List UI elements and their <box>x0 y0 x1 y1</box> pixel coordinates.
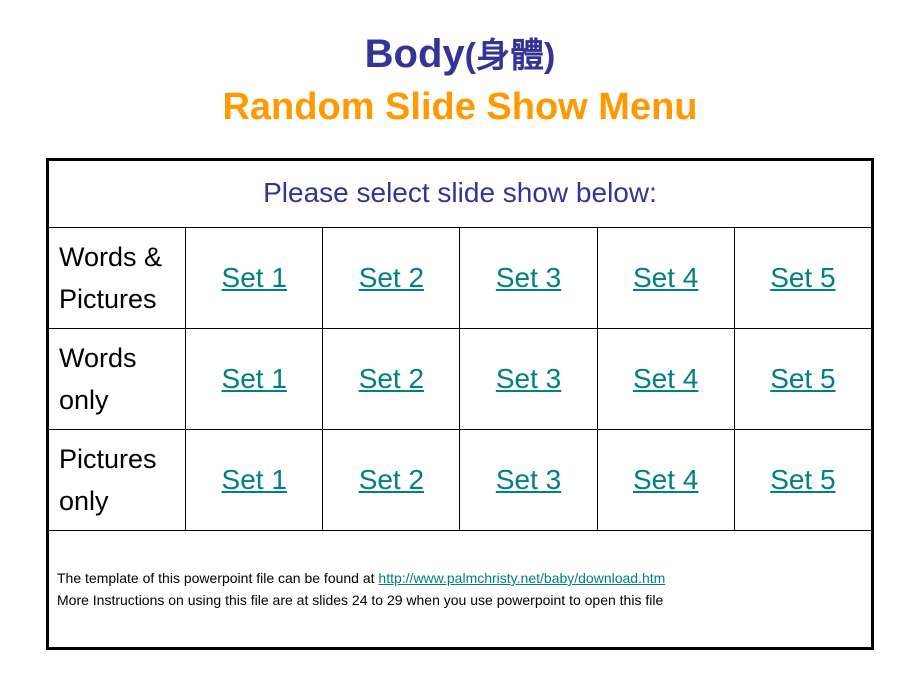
link-words-pictures-set3[interactable]: Set 3 <box>496 262 561 293</box>
table-footer-row: The template of this powerpoint file can… <box>48 530 872 648</box>
row-label-words-and-pictures: Words & Pictures <box>47 227 187 329</box>
footer-line-1: The template of this powerpoint file can… <box>57 567 865 589</box>
cell-words-pictures-set2[interactable]: Set 2 <box>322 227 461 329</box>
page-title-chinese: (身體) <box>464 37 556 75</box>
cell-words-pictures-set5[interactable]: Set 5 <box>733 227 873 329</box>
cell-words-only-set2[interactable]: Set 2 <box>322 328 461 430</box>
template-download-link[interactable]: http://www.palmchristy.net/baby/download… <box>378 570 665 586</box>
footer-cell: The template of this powerpoint file can… <box>48 530 872 648</box>
link-words-pictures-set5[interactable]: Set 5 <box>770 262 835 293</box>
cell-words-pictures-set4[interactable]: Set 4 <box>596 227 735 329</box>
slide: Body(身體) Random Slide Show Menu Please s… <box>0 0 920 690</box>
link-words-pictures-set2[interactable]: Set 2 <box>359 262 424 293</box>
table-header-cell: Please select slide show below: <box>48 160 872 228</box>
table-row: Words & Pictures Set 1 Set 2 Set 3 Set 4… <box>47 227 873 329</box>
link-words-only-set1[interactable]: Set 1 <box>222 363 287 394</box>
link-words-pictures-set1[interactable]: Set 1 <box>222 262 287 293</box>
cell-pictures-only-set1[interactable]: Set 1 <box>185 429 324 531</box>
footer-text-prefix: The template of this powerpoint file can… <box>57 570 379 586</box>
link-words-only-set5[interactable]: Set 5 <box>770 363 835 394</box>
table-row: Words only Set 1 Set 2 Set 3 Set 4 Set 5 <box>47 328 873 430</box>
link-pictures-only-set1[interactable]: Set 1 <box>222 464 287 495</box>
cell-words-only-set4[interactable]: Set 4 <box>596 328 735 430</box>
page-subtitle: Random Slide Show Menu <box>222 86 698 128</box>
link-pictures-only-set2[interactable]: Set 2 <box>359 464 424 495</box>
page-title-english: Body <box>364 32 465 76</box>
cell-pictures-only-set3[interactable]: Set 3 <box>459 429 598 531</box>
link-words-only-set3[interactable]: Set 3 <box>496 363 561 394</box>
link-pictures-only-set3[interactable]: Set 3 <box>496 464 561 495</box>
cell-pictures-only-set4[interactable]: Set 4 <box>596 429 735 531</box>
cell-words-pictures-set1[interactable]: Set 1 <box>185 227 324 329</box>
link-words-pictures-set4[interactable]: Set 4 <box>633 262 698 293</box>
title-block: Body(身體) Random Slide Show Menu <box>0 0 920 130</box>
cell-words-only-set5[interactable]: Set 5 <box>733 328 873 430</box>
page-title-primary: Body(身體) <box>0 30 920 80</box>
table-row: Pictures only Set 1 Set 2 Set 3 Set 4 Se… <box>47 429 873 531</box>
footer-line-2: More Instructions on using this file are… <box>57 592 664 608</box>
row-label-pictures-only: Pictures only <box>47 429 187 531</box>
cell-pictures-only-set5[interactable]: Set 5 <box>733 429 873 531</box>
link-pictures-only-set5[interactable]: Set 5 <box>770 464 835 495</box>
row-label-words-only: Words only <box>47 328 187 430</box>
cell-words-only-set3[interactable]: Set 3 <box>459 328 598 430</box>
cell-pictures-only-set2[interactable]: Set 2 <box>322 429 461 531</box>
link-pictures-only-set4[interactable]: Set 4 <box>633 464 698 495</box>
menu-table-container: Please select slide show below: Words & … <box>46 158 874 650</box>
link-words-only-set2[interactable]: Set 2 <box>359 363 424 394</box>
cell-words-only-set1[interactable]: Set 1 <box>185 328 324 430</box>
cell-words-pictures-set3[interactable]: Set 3 <box>459 227 598 329</box>
table-header-row: Please select slide show below: <box>48 160 872 228</box>
link-words-only-set4[interactable]: Set 4 <box>633 363 698 394</box>
menu-table: Please select slide show below: Words & … <box>47 160 873 648</box>
